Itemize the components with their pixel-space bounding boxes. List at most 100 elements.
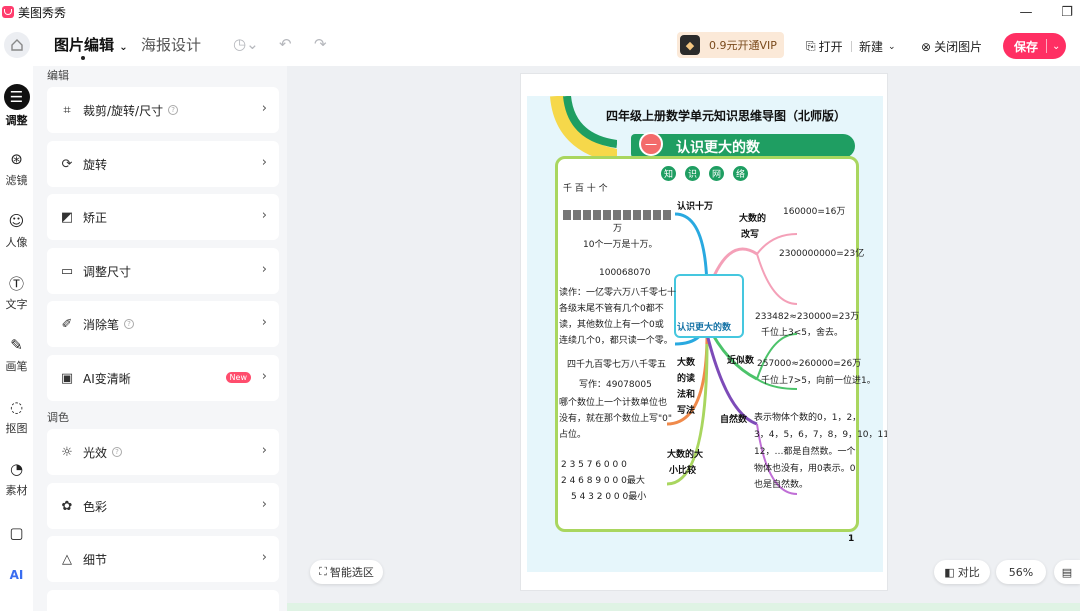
app-logo-icon [2, 6, 14, 18]
rail-item-sticker[interactable]: ◔ 素材 [0, 458, 33, 498]
crop-icon: ⌗ [63, 102, 71, 118]
poster-text: 哪个数位上一个计数单位也 [559, 398, 668, 408]
sticker-icon: ◔ [9, 460, 24, 478]
rotate-item[interactable]: ⟳ 旋转 › [47, 141, 279, 187]
smart-select-button[interactable]: ⛶ 智能选区 [310, 560, 383, 584]
new-button[interactable]: 新建 ⌄ [859, 38, 896, 55]
restore-icon[interactable]: ❐ [1047, 0, 1080, 24]
chevron-right-icon: › [261, 369, 267, 384]
open-button[interactable]: ⎘ 打开 [806, 38, 843, 55]
poster-text: 读作：一亿零六万八千零七十 [559, 288, 677, 298]
rail-item-text[interactable]: Ⓣ 文字 [0, 272, 33, 312]
divider [851, 41, 852, 52]
poster-title: 四年级上册数学单元知识思维导图（北师版） [606, 109, 847, 123]
chevron-right-icon: › [261, 262, 267, 277]
rail-item-brush[interactable]: ✎ 画笔 [0, 334, 33, 374]
top-toolbar: 图片编辑 ⌄ 海报设计 ◷⌄ ↶ ↷ ◆ 0.9元开通VIP ⎘ 打开 新建 ⌄… [0, 24, 1080, 66]
minimize-icon[interactable]: — [1006, 0, 1046, 24]
tab-poster-design[interactable]: 海报设计 [141, 34, 201, 55]
poster-text: 也是自然数。 [754, 480, 809, 490]
save-button[interactable]: 保存 ⌄ [1003, 33, 1066, 59]
resize-icon: ▭ [60, 263, 74, 279]
redo-icon[interactable]: ↷ [314, 35, 327, 53]
color-item[interactable]: ✿ 色彩 › [47, 483, 279, 529]
panel-next-item[interactable] [47, 590, 279, 611]
poster-text: 10个一万是十万。 [583, 240, 658, 250]
poster-text: 160000=16万 [783, 207, 846, 217]
rotate-icon: ⟳ [61, 156, 73, 172]
rail-item-frame[interactable]: ▢ [0, 522, 33, 544]
poster-image[interactable]: 四年级上册数学单元知识思维导图（北师版） 一 认识更大的数 知 识 网 络 认识… [520, 73, 888, 591]
vip-button[interactable]: ◆ 0.9元开通VIP [677, 32, 784, 58]
poster-text: 大数的大 [667, 450, 704, 460]
poster-text: 万 [613, 224, 623, 234]
active-tab-indicator [81, 56, 85, 60]
color-icon: ✿ [61, 498, 73, 514]
ai-enhance-icon: ▣ [60, 370, 74, 386]
straighten-item[interactable]: ◩ 矫正 › [47, 194, 279, 240]
history-icon[interactable]: ◷⌄ [233, 35, 259, 53]
help-icon[interactable]: ? [168, 105, 179, 115]
resize-item[interactable]: ▭ 调整尺寸 › [47, 248, 279, 294]
bottom-strip [287, 603, 1080, 611]
poster-text: 大数的 [739, 214, 767, 224]
poster-text: 物体也没有，用0表示。0 [754, 464, 856, 474]
poster-text: 12，…都是自然数。一个 [754, 447, 856, 457]
eraser-item[interactable]: ✐ 消除笔 ? › [47, 301, 279, 347]
section-title-edit: 编辑 [47, 69, 69, 82]
rail-item-cutout[interactable]: ◌ 抠图 [0, 396, 33, 436]
rail-item-adjust[interactable]: ☰ 调整 [0, 84, 33, 128]
chevron-right-icon: › [261, 550, 267, 565]
tab-photo-edit[interactable]: 图片编辑 ⌄ [54, 34, 128, 55]
filter-icon: ⊛ [10, 150, 23, 168]
close-image-button[interactable]: ⊗ 关闭图片 [921, 38, 982, 55]
chevron-down-icon[interactable]: ⌄ [1052, 41, 1060, 52]
poster-banner-text: 认识更大的数 [676, 140, 760, 156]
poster-text: 写法 [677, 406, 696, 416]
text-icon: Ⓣ [8, 274, 24, 293]
home-button[interactable] [4, 32, 30, 58]
poster-text: 千位上3<5，舍去。 [761, 328, 843, 338]
poster-text: 100068070 [599, 268, 651, 278]
help-icon[interactable]: ? [112, 447, 123, 457]
poster-text: 读，其他数位上有一个0或 [559, 320, 664, 330]
detail-item[interactable]: △ 细节 › [47, 536, 279, 582]
rail-item-filter[interactable]: ⊛ 滤镜 [0, 148, 33, 188]
poster-text: 2 4 6 8 9 0 0 0最大 [561, 476, 645, 486]
compare-button[interactable]: ◧ 对比 [934, 560, 990, 584]
poster-text: 小比较 [669, 466, 697, 476]
ai-enhance-item[interactable]: ▣ AI变清晰 New › [47, 355, 279, 401]
portrait-icon: ☺ [8, 212, 25, 230]
new-badge: New [225, 372, 251, 383]
app-title: 美图秀秀 [18, 5, 67, 20]
zoom-level[interactable]: 56% [996, 560, 1046, 584]
light-icon: ☼ [61, 444, 73, 460]
poster-text: 占位。 [559, 430, 587, 440]
selection-icon: ⛶ [319, 565, 327, 578]
rail-item-portrait[interactable]: ☺ 人像 [0, 210, 33, 250]
frame-icon: ▢ [9, 524, 24, 542]
brush-icon: ✎ [10, 336, 23, 354]
chevron-down-icon: ⌄ [888, 41, 896, 52]
poster-banner-number: 一 [639, 132, 663, 156]
poster-text: 自然数 [720, 415, 748, 425]
undo-icon[interactable]: ↶ [279, 35, 292, 53]
poster-text: 表示物体个数的0，1，2， [754, 413, 862, 423]
poster-text: 没有，就在那个数位上写"0" [559, 414, 673, 424]
help-icon[interactable]: ? [124, 319, 135, 329]
chevron-right-icon: › [261, 208, 267, 223]
poster-text: 257000≈260000=26万 [757, 359, 862, 369]
straighten-icon: ◩ [60, 209, 74, 225]
crop-rotate-resize-item[interactable]: ⌗ 裁剪/旋转/尺寸 ? › [47, 87, 279, 133]
poster-text: 千 百 十 个 [563, 184, 608, 194]
poster-text: 千位上7>5，向前一位进1。 [761, 376, 876, 386]
light-item[interactable]: ☼ 光效 ? › [47, 429, 279, 475]
poster-text: 5 4 3 2 0 0 0最小 [571, 492, 647, 502]
close-circle-icon: ⊗ [921, 39, 932, 54]
rail-item-ai[interactable]: AI [0, 564, 33, 586]
chevron-right-icon: › [261, 443, 267, 458]
layers-button[interactable]: ▤ [1054, 560, 1080, 584]
chevron-right-icon: › [261, 497, 267, 512]
poster-text: 四千九百零七万八千零五 [567, 360, 667, 370]
poster-text: 近似数 [727, 356, 755, 366]
